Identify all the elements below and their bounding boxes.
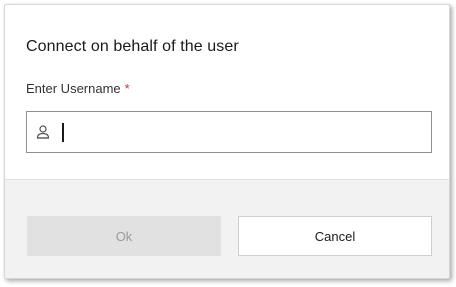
- username-field[interactable]: [26, 111, 432, 153]
- dialog-footer: Ok Cancel: [5, 179, 449, 278]
- ok-button[interactable]: Ok: [27, 216, 221, 256]
- username-label-text: Enter Username: [26, 81, 121, 96]
- username-label: Enter Username *: [26, 81, 130, 96]
- user-icon: [36, 125, 50, 139]
- dialog-title: Connect on behalf of the user: [26, 38, 239, 55]
- text-caret: [62, 123, 64, 142]
- connect-dialog: Connect on behalf of the user Enter User…: [4, 4, 450, 279]
- username-input[interactable]: [69, 124, 419, 139]
- cancel-button[interactable]: Cancel: [238, 216, 432, 256]
- required-marker: *: [124, 81, 130, 96]
